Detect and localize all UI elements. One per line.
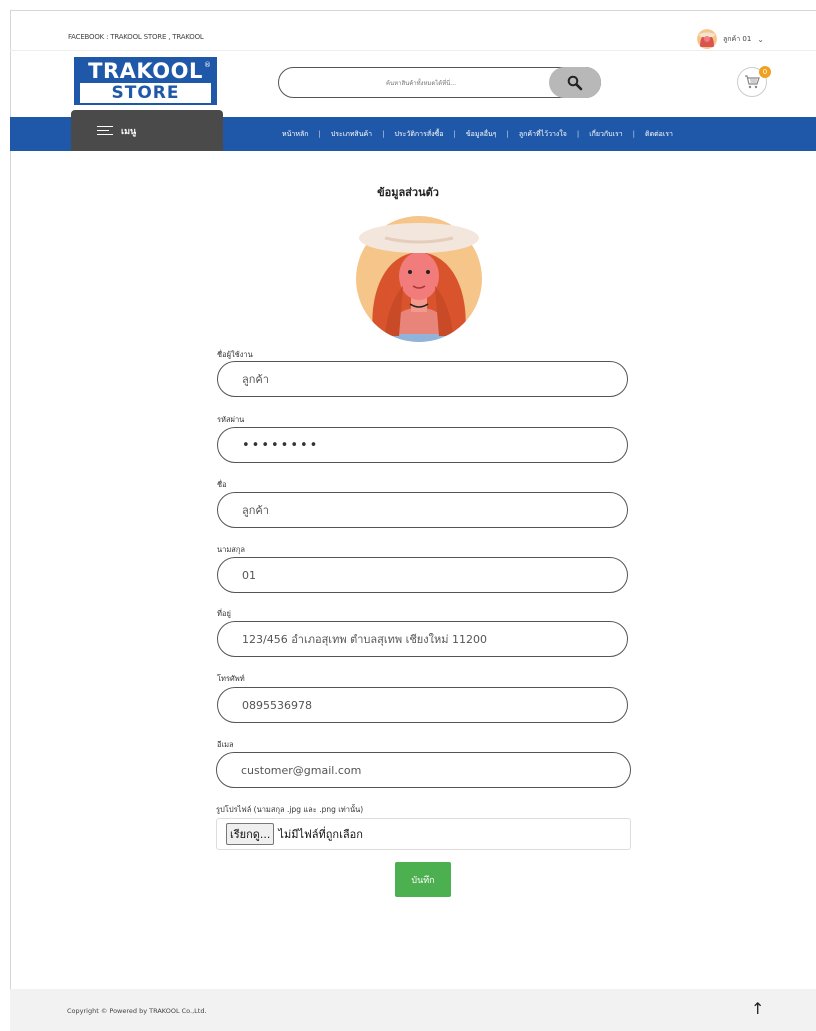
profile-avatar-image — [355, 216, 483, 342]
store-logo[interactable]: TRAKOOL ® STORE — [74, 57, 217, 105]
nav-links: หน้าหลัก | ประเภทสินค้า | ประวัติการสั่ง… — [282, 117, 673, 151]
search-icon — [567, 75, 583, 90]
password-label: รหัสผ่าน — [217, 415, 245, 424]
nav-separator: | — [632, 130, 636, 138]
menu-label: เมนู — [121, 126, 137, 137]
nav-item-order-history[interactable]: ประวัติการสั่งซื้อ — [394, 129, 443, 140]
copyright-text: Copyright © Powered by TRAKOOL Co.,Ltd. — [67, 1007, 207, 1015]
first-name-label: ชื่อ — [217, 480, 227, 489]
page-title: ข้อมูลส่วนตัว — [377, 186, 439, 199]
nav-separator: | — [318, 130, 321, 138]
logo-line1: TRAKOOL — [88, 59, 203, 83]
last-name-field — [217, 557, 628, 593]
profile-image-file-input[interactable]: เรียกดู... ไม่มีไฟล์ที่ถูกเลือก — [216, 818, 631, 850]
last-name-label: นามสกุล — [217, 545, 245, 554]
address-input[interactable] — [218, 622, 627, 656]
nav-separator: | — [453, 130, 456, 138]
nav-separator: | — [506, 130, 509, 138]
top-bar — [10, 10, 816, 51]
address-label: ที่อยู่ — [217, 609, 231, 618]
hamburger-icon — [97, 125, 113, 136]
email-field — [216, 752, 631, 788]
user-avatar — [697, 29, 717, 49]
save-button[interactable]: บันทึก — [395, 862, 451, 897]
cart-count-badge: 0 — [759, 66, 771, 78]
address-field — [217, 621, 628, 657]
nav-item-categories[interactable]: ประเภทสินค้า — [331, 129, 372, 140]
user-menu[interactable]: ลูกค้า 01 ⌄ — [697, 28, 764, 50]
arrow-up-icon[interactable]: ↑ — [751, 1000, 764, 1018]
password-input[interactable] — [218, 428, 627, 462]
first-name-input[interactable] — [218, 493, 627, 527]
password-field — [217, 427, 628, 463]
nav-separator: | — [576, 130, 580, 138]
search-bar — [278, 67, 601, 99]
nav-item-trusted-customers[interactable]: ลูกค้าที่ไว้วางใจ — [519, 129, 567, 140]
last-name-input[interactable] — [218, 558, 627, 592]
nav-item-about[interactable]: เกี่ยวกับเรา — [589, 129, 622, 140]
email-input[interactable] — [217, 753, 630, 787]
phone-label: โทรศัพท์ — [217, 674, 245, 683]
email-label: อีเมล — [217, 740, 234, 749]
username-input[interactable] — [218, 362, 627, 396]
username-field — [217, 361, 628, 397]
nav-item-contact[interactable]: ติดต่อเรา — [645, 129, 673, 140]
file-status-text: ไม่มีไฟล์ที่ถูกเลือก — [278, 828, 363, 841]
first-name-field — [217, 492, 628, 528]
logo-line2: STORE — [80, 83, 211, 103]
phone-field — [217, 687, 628, 723]
phone-input[interactable] — [218, 688, 627, 722]
nav-separator: | — [382, 130, 385, 138]
menu-button[interactable]: เมนู — [71, 110, 223, 151]
logo-registered: ® — [204, 61, 211, 69]
profile-image-label: รูปโปรไฟล์ (นามสกุล .jpg และ .png เท่านั… — [216, 805, 364, 814]
nav-item-home[interactable]: หน้าหลัก — [282, 129, 308, 140]
browse-button[interactable]: เรียกดู... — [226, 823, 275, 845]
chevron-down-icon: ⌄ — [757, 34, 764, 44]
username-label: ชื่อผู้ใช้งาน — [217, 350, 253, 359]
cart-icon — [745, 75, 760, 89]
user-name: ลูกค้า 01 — [723, 34, 752, 43]
nav-item-other-info[interactable]: ข้อมูลอื่นๆ — [466, 129, 497, 140]
search-input[interactable] — [299, 68, 543, 99]
facebook-text: FACEBOOK : TRAKOOL STORE , TRAKOOL — [68, 33, 204, 41]
search-button[interactable] — [549, 67, 601, 98]
